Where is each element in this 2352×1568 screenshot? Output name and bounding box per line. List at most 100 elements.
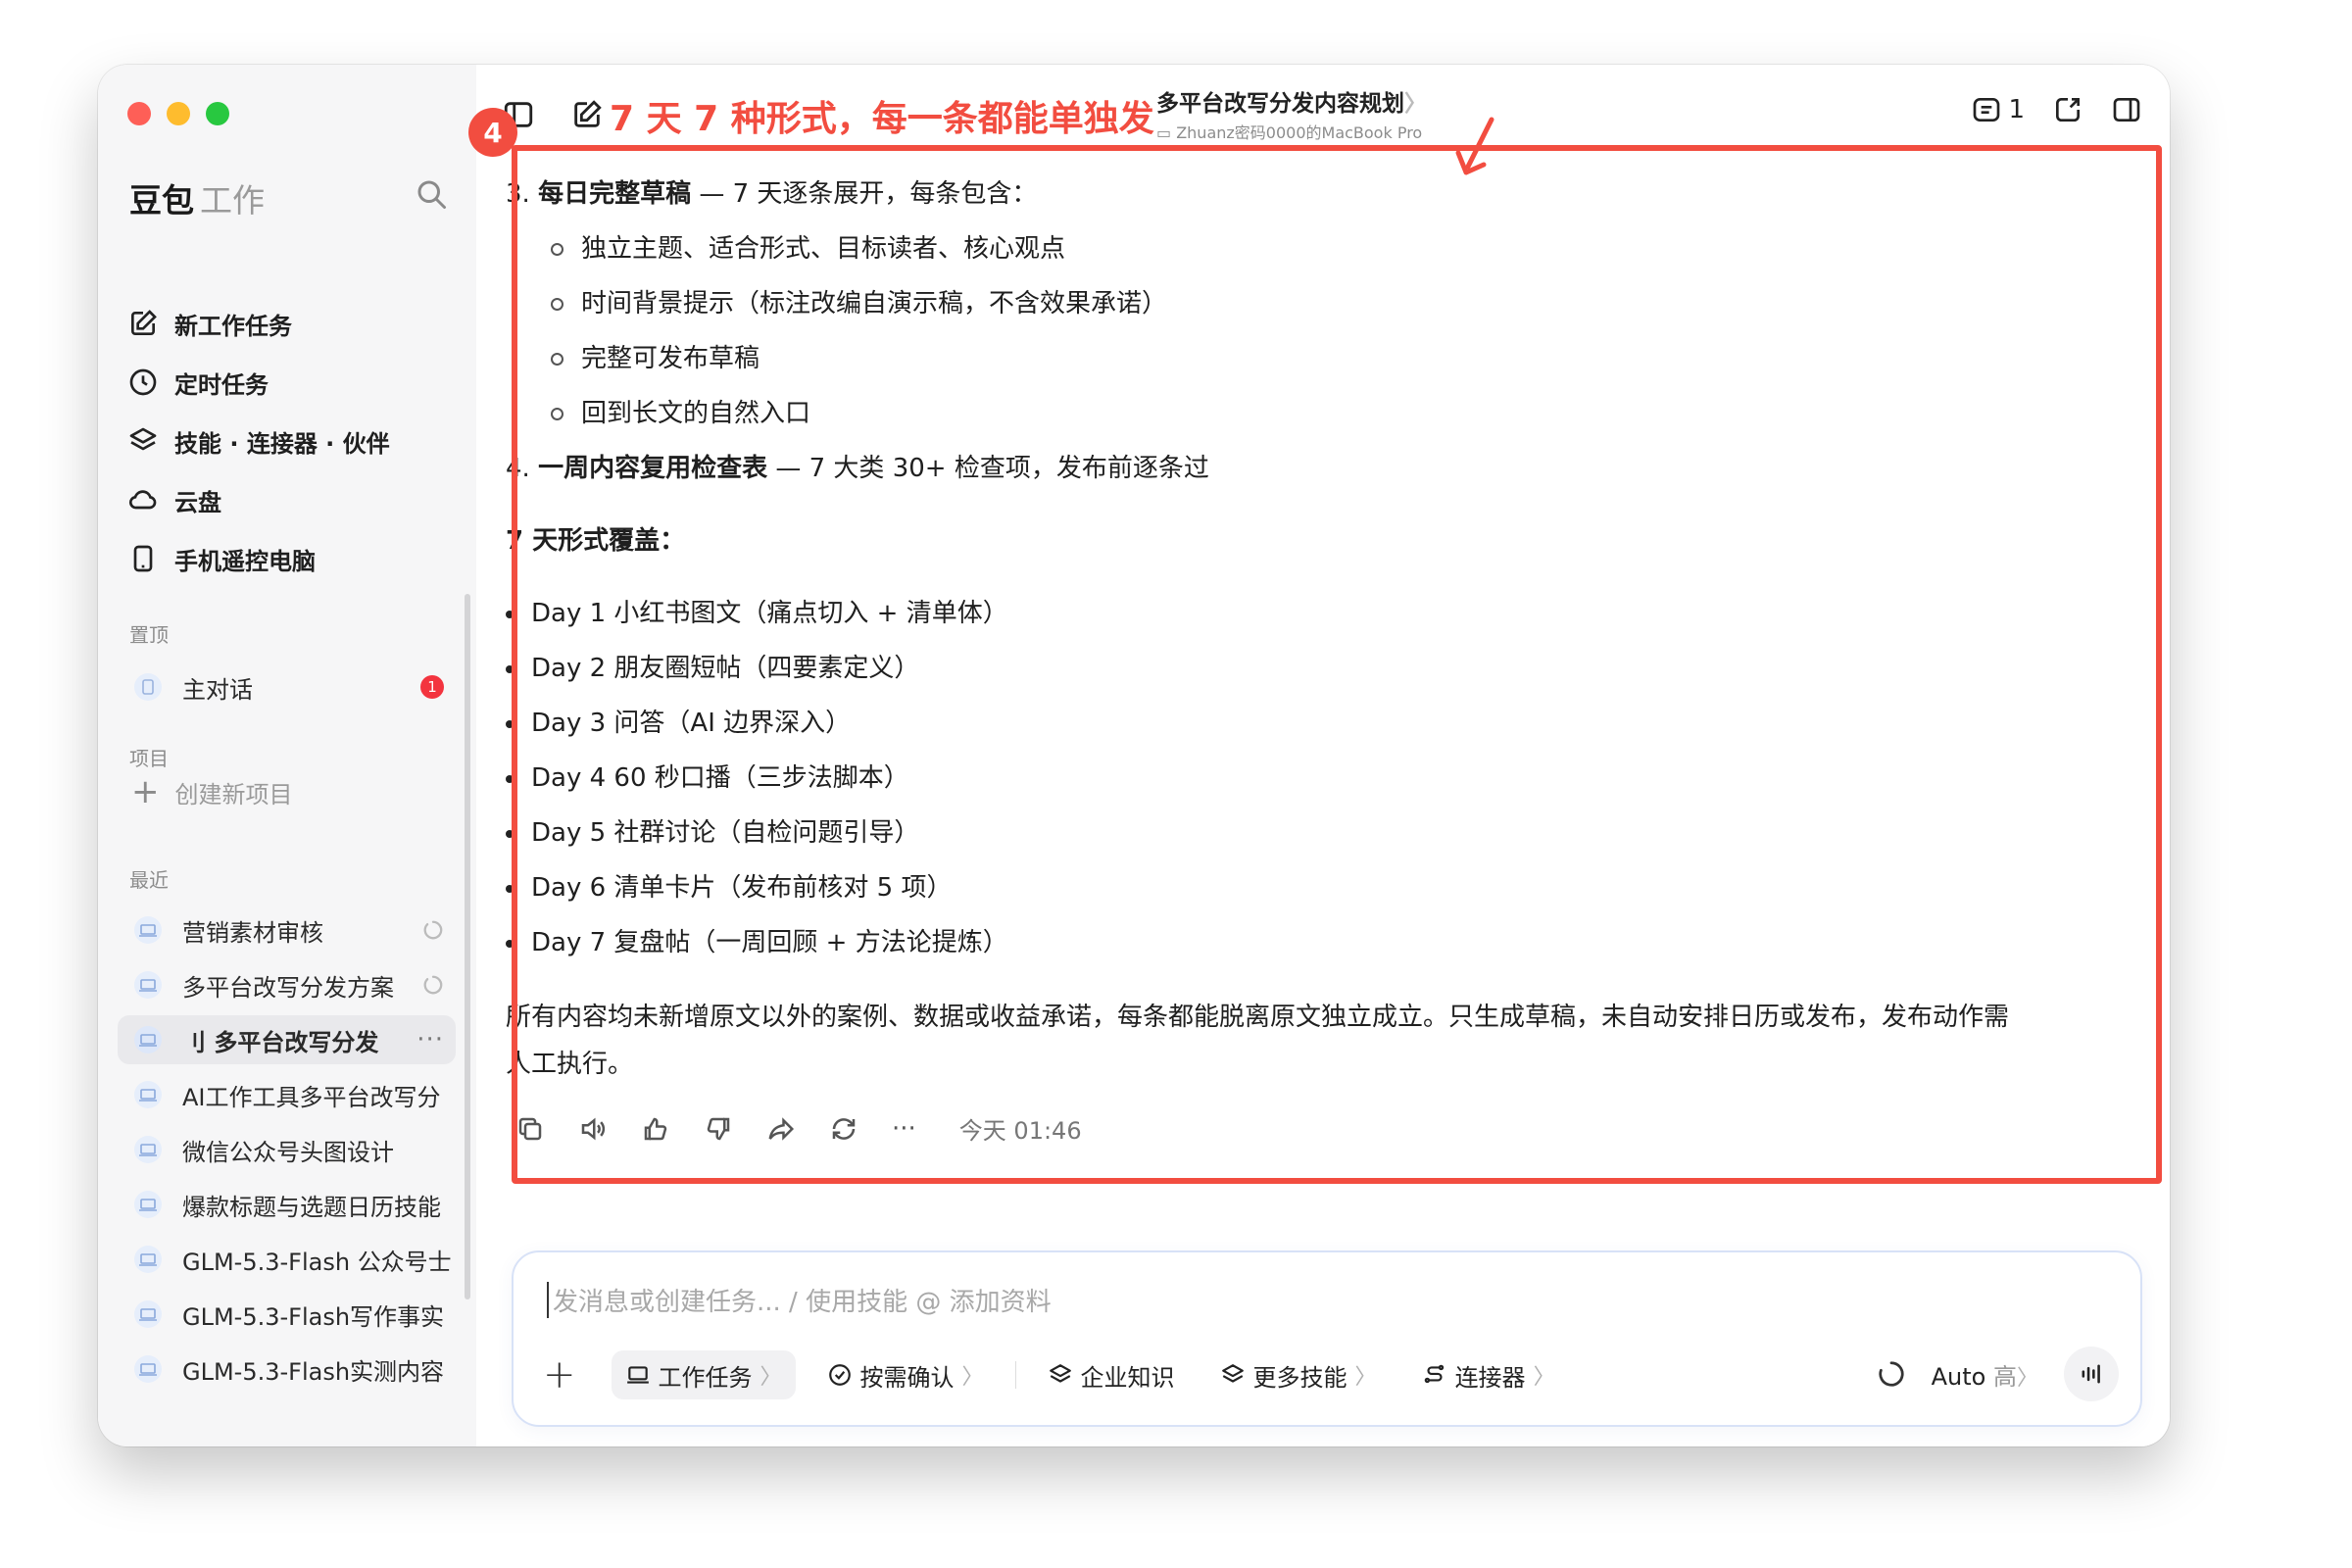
more-icon[interactable]: ··· <box>416 1025 444 1054</box>
share-window-icon[interactable] <box>2052 94 2083 125</box>
model-selector[interactable]: Auto 高〉 <box>1932 1357 2038 1392</box>
recent-item-label: GLM-5.3-Flash 公众号士 <box>182 1248 452 1276</box>
loading-icon <box>423 920 443 940</box>
laptop-icon <box>134 1081 162 1108</box>
recent-item-label: 多平台改写分发方案 <box>182 973 394 1002</box>
unread-badge: 1 <box>420 675 444 699</box>
voice-button[interactable] <box>2064 1347 2119 1401</box>
recent-item-label: AI工作工具多平台改写分 <box>182 1083 441 1111</box>
attach-button[interactable]: + <box>543 1352 576 1397</box>
sidebar-item-new-task[interactable]: 新工作任务 <box>127 294 461 353</box>
composer-right-tools: Auto 高〉 <box>1877 1347 2119 1401</box>
recent-item-active[interactable]: 刂 多平台改写分发 ··· <box>118 1015 456 1064</box>
clock-icon <box>129 368 157 396</box>
annotation-arrow-icon <box>1455 117 1494 175</box>
composer: 发消息或创建任务... / 使用技能 @ 添加资料 + 工作任务〉 按需确认〉 … <box>512 1250 2142 1427</box>
laptop-icon <box>626 1366 649 1384</box>
sidebar-item-label: 技能 · 连接器 · 伙伴 <box>174 429 390 458</box>
recent-item-label: 刂 多平台改写分发 <box>182 1028 379 1056</box>
new-project-label: 创建新项目 <box>174 780 293 808</box>
conversation-title-text: 多平台改写分发内容规划 <box>1156 91 1404 117</box>
sidebar-scrollbar[interactable] <box>465 594 470 1299</box>
phone-icon <box>133 545 153 572</box>
task-list-icon <box>1974 98 2000 122</box>
loading-icon <box>423 975 443 995</box>
chevron-icon: 〉 <box>2016 1365 2038 1391</box>
connector-icon <box>1424 1364 1444 1384</box>
laptop-icon <box>134 1300 162 1328</box>
minimize-window-button[interactable] <box>167 102 190 125</box>
sidebar-item-cloud[interactable]: 云盘 <box>127 470 461 529</box>
task-count: 1 <box>2008 95 2025 124</box>
recent-item[interactable]: 营销素材审核 <box>118 906 456 955</box>
check-circle-icon <box>828 1364 851 1386</box>
sidebar-item-remote[interactable]: 手机遥控电脑 <box>127 529 461 588</box>
laptop-icon <box>134 1026 162 1054</box>
layers-icon <box>1221 1364 1244 1383</box>
projects-section-label: 项目 <box>129 747 169 770</box>
laptop-icon: ▭ <box>1156 123 1177 142</box>
sidebar-item-label: 定时任务 <box>174 370 269 399</box>
chevron-icon: 〉 <box>1354 1365 1377 1390</box>
recent-item[interactable]: 爆款标题与选题日历技能 <box>118 1180 456 1229</box>
model-name: Auto <box>1931 1362 1986 1391</box>
recent-item[interactable]: 多平台改写分发方案 <box>118 960 456 1009</box>
recent-item-label: GLM-5.3-Flash写作事实 <box>182 1302 445 1331</box>
sidebar-nav: 新工作任务 定时任务 技能 · 连接器 · 伙伴 云盘 手机遥控电脑 <box>127 294 461 588</box>
tool-label: 按需确认 <box>859 1363 955 1392</box>
loading-icon <box>1879 1361 1904 1387</box>
laptop-icon <box>134 1191 162 1218</box>
chevron-icon: 〉 <box>961 1365 984 1390</box>
recent-item-label: 爆款标题与选题日历技能 <box>182 1193 441 1221</box>
brand-sub: 工作 <box>200 181 265 220</box>
tool-label: 连接器 <box>1454 1363 1526 1392</box>
chat-icon <box>134 673 162 701</box>
recent-item-label: GLM-5.3-Flash实测内容 <box>182 1357 445 1386</box>
connector-button[interactable]: 连接器〉 <box>1408 1350 1569 1399</box>
plus-icon: + <box>131 772 160 811</box>
sidebar-item-skills[interactable]: 技能 · 连接器 · 伙伴 <box>127 412 461 470</box>
enterprise-knowledge-button[interactable]: 企业知识 <box>1034 1350 1189 1399</box>
app-brand: 豆包 工作 <box>129 174 265 221</box>
tool-label: 更多技能 <box>1252 1363 1348 1392</box>
message-input[interactable]: 发消息或创建任务... / 使用技能 @ 添加资料 <box>547 1282 1052 1318</box>
sidebar-item-scheduled[interactable]: 定时任务 <box>127 353 461 412</box>
conversation-title[interactable]: 多平台改写分发内容规划〉 <box>1156 84 1427 118</box>
close-window-button[interactable] <box>127 102 151 125</box>
more-skills-button[interactable]: 更多技能〉 <box>1206 1350 1391 1399</box>
recent-item[interactable]: GLM-5.3-Flash 公众号士 <box>118 1235 456 1284</box>
recent-item-label: 微信公众号头图设计 <box>182 1138 394 1166</box>
recent-item-label: 营销素材审核 <box>182 918 323 947</box>
brand-name: 豆包 <box>129 181 194 220</box>
work-task-button[interactable]: 工作任务〉 <box>611 1350 796 1399</box>
search-icon[interactable] <box>414 176 449 212</box>
device-label: ▭ Zhuanz密码0000的MacBook Pro <box>1156 120 1422 143</box>
recent-item[interactable]: GLM-5.3-Flash实测内容 <box>118 1345 456 1394</box>
model-level: 高 <box>1992 1362 2017 1391</box>
panel-toggle-icon[interactable] <box>2111 94 2142 125</box>
chevron-icon: 〉 <box>760 1365 782 1390</box>
layers-icon <box>129 427 157 451</box>
cloud-icon <box>128 490 157 510</box>
confirm-mode-button[interactable]: 按需确认〉 <box>813 1350 998 1399</box>
window-controls <box>127 102 229 125</box>
pinned-item-label: 主对话 <box>182 675 253 704</box>
layers-icon <box>1049 1364 1071 1383</box>
composer-tools: + 工作任务〉 按需确认〉 企业知识 更多技能〉 连接器 〉 <box>543 1350 1569 1399</box>
recent-item[interactable]: GLM-5.3-Flash写作事实 <box>118 1290 456 1339</box>
new-project-button[interactable]: + 创建新项目 <box>131 772 293 811</box>
task-list-button[interactable]: 1 <box>1971 94 2025 125</box>
annotation-step-badge: 4 <box>468 108 517 157</box>
recent-item[interactable]: 微信公众号头图设计 <box>118 1125 456 1174</box>
zoom-window-button[interactable] <box>206 102 229 125</box>
annotation-caption: 7 天 7 种形式，每一条都能单独发 <box>610 99 1154 139</box>
chevron-icon: 〉 <box>1533 1365 1555 1390</box>
new-chat-icon[interactable] <box>570 98 604 131</box>
pinned-item-main-chat[interactable]: 主对话 1 <box>118 662 456 711</box>
title-chevron: 〉 <box>1404 91 1427 117</box>
sidebar-item-label: 新工作任务 <box>174 312 292 340</box>
laptop-icon <box>134 971 162 999</box>
recent-item[interactable]: AI工作工具多平台改写分 <box>118 1070 456 1119</box>
header-tools: 1 <box>1971 94 2142 125</box>
laptop-icon <box>134 1246 162 1273</box>
